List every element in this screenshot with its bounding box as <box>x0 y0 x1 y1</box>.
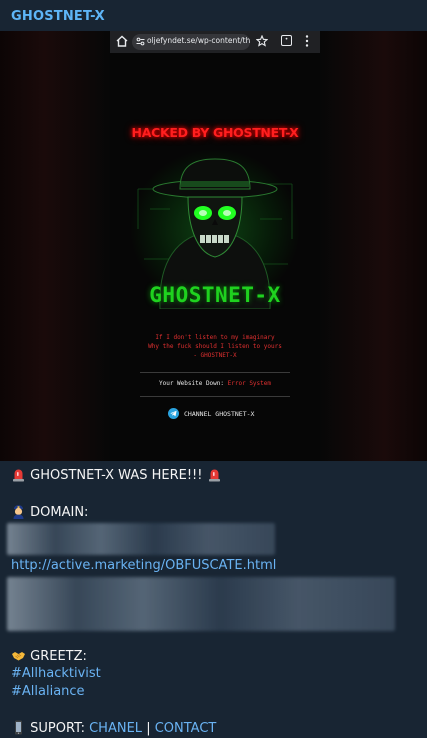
website-down-label: Your Website Down: <box>158 380 225 387</box>
browser-toolbar: oljefyndet.se/wp-content/the • <box>110 31 320 53</box>
image-blurred-left-edge <box>0 31 110 461</box>
brand-title: GHOSTNET-X <box>149 283 281 307</box>
website-down-line: Your Website Down: Error System <box>110 380 320 387</box>
support-label: SUPORT: <box>30 721 85 736</box>
hashtag-link[interactable]: #Allaliance <box>11 684 85 700</box>
channel-post: GHOSTNET-X oljefyndet.se/wp-content/the <box>0 0 427 738</box>
support-contact-link[interactable]: CONTACT <box>155 721 217 736</box>
greetz-line: GREETZ: <box>11 648 87 665</box>
address-bar: oljefyndet.se/wp-content/the <box>132 34 250 50</box>
quote-line: If I don't listen to my imaginary <box>155 334 275 341</box>
siren-emoji-icon <box>13 469 24 482</box>
divider <box>140 396 290 397</box>
more-menu-icon <box>305 35 309 47</box>
home-icon <box>116 35 128 47</box>
domain-label: DOMAIN: <box>30 505 89 520</box>
quote-line: - GHOSTNET-X <box>193 352 237 359</box>
siren-emoji-icon <box>208 469 220 482</box>
site-settings-icon <box>136 37 145 46</box>
domain-link[interactable]: http://active.marketing/OBFUSCATE.html <box>11 558 276 574</box>
headline-line: GHOSTNET-X WAS HERE!!! <box>11 467 222 484</box>
post-headline: GHOSTNET-X WAS HERE!!! <box>30 468 203 483</box>
police-officer-emoji-icon <box>13 505 24 519</box>
quote-line: Why the fuck should I listen to yours <box>148 343 282 350</box>
hashtag-link[interactable]: #Allhacktivist <box>11 666 101 682</box>
website-down-value: Error System <box>227 380 271 387</box>
mobile-phone-emoji-icon <box>15 720 22 735</box>
redacted-domain-list <box>7 523 275 555</box>
support-chanel-link[interactable]: CHANEL <box>89 721 142 736</box>
hacked-headline: HACKED BY GHOSTNET-X <box>131 125 299 140</box>
defaced-page-screenshot: oljefyndet.se/wp-content/the • HACKED BY… <box>110 31 320 461</box>
star-icon <box>256 35 268 47</box>
domain-line: DOMAIN: <box>11 504 88 521</box>
defacement-quote: If I don't listen to my imaginary Why th… <box>110 333 320 360</box>
greetz-label: GREETZ: <box>30 649 87 664</box>
support-separator: | <box>146 721 151 736</box>
handshake-emoji-icon <box>12 652 25 661</box>
channel-header: GHOSTNET-X <box>0 0 427 32</box>
tabs-count-icon: • <box>281 35 292 46</box>
divider <box>140 372 290 373</box>
channel-link-label: CHANNEL GHOSTNET-X <box>184 410 255 418</box>
telegram-icon <box>168 408 179 419</box>
redacted-domain-list <box>7 577 395 631</box>
address-bar-url: oljefyndet.se/wp-content/the <box>147 36 250 45</box>
post-image[interactable]: oljefyndet.se/wp-content/the • HACKED BY… <box>0 31 427 461</box>
support-line: SUPORT: CHANEL | CONTACT <box>11 720 216 737</box>
image-blurred-right-edge <box>320 31 427 461</box>
channel-name[interactable]: GHOSTNET-X <box>11 9 105 24</box>
